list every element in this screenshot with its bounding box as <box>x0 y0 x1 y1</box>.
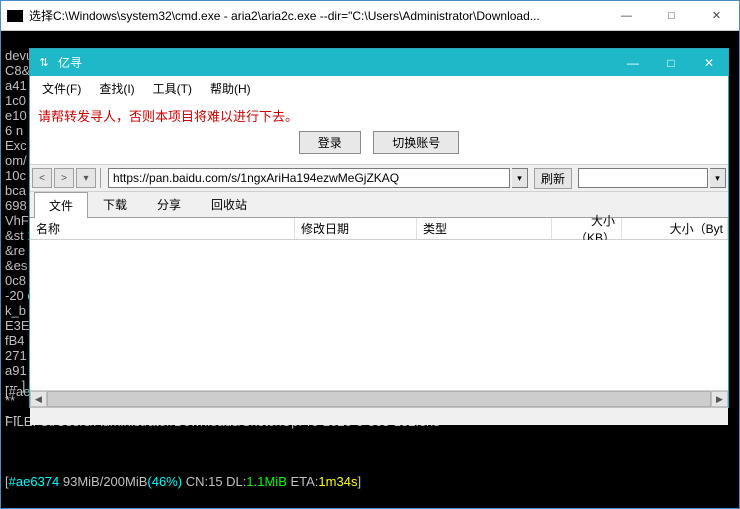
list-body <box>30 240 728 390</box>
col-type[interactable]: 类型 <box>417 218 552 239</box>
tabs-row: 文件 下载 分享 回收站 <box>30 192 728 218</box>
toolbar-separator <box>100 168 104 188</box>
tab-recycle[interactable]: 回收站 <box>196 191 262 217</box>
menu-tools[interactable]: 工具(T) <box>145 78 200 99</box>
nav-history-dropdown[interactable]: ▾ <box>76 168 96 188</box>
secondary-input[interactable] <box>578 168 708 188</box>
url-input[interactable]: https://pan.baidu.com/s/1ngxAriHa194ezwM… <box>108 168 510 188</box>
yixun-title: 亿寻 <box>58 54 614 71</box>
yixun-window: ⇅ 亿寻 — □ ✕ 文件(F) 查找(I) 工具(T) 帮助(H) 请帮转发寻… <box>29 48 729 408</box>
menu-file[interactable]: 文件(F) <box>34 78 89 99</box>
cmd-close-button[interactable]: ✕ <box>694 1 739 31</box>
refresh-button[interactable]: 刷新 <box>534 168 572 189</box>
tab-share[interactable]: 分享 <box>142 191 196 217</box>
cmd-minimize-button[interactable]: — <box>604 1 649 31</box>
yixun-maximize-button[interactable]: □ <box>652 49 690 76</box>
secondary-dropdown-button[interactable]: ▾ <box>710 168 726 188</box>
scroll-left-button[interactable]: ◀ <box>30 391 47 407</box>
col-date[interactable]: 修改日期 <box>295 218 417 239</box>
menu-find[interactable]: 查找(I) <box>91 78 142 99</box>
scroll-track[interactable] <box>47 391 711 407</box>
nav-back-button[interactable]: < <box>32 168 52 188</box>
scroll-right-button[interactable]: ▶ <box>711 391 728 407</box>
cmd-maximize-button[interactable]: □ <box>649 1 694 31</box>
nav-forward-button[interactable]: > <box>54 168 74 188</box>
scroll-thumb[interactable] <box>47 391 711 407</box>
tab-downloads[interactable]: 下载 <box>88 191 142 217</box>
notice-text: 请帮转发寻人，否则本项目将难以进行下去。 <box>38 106 720 125</box>
menubar: 文件(F) 查找(I) 工具(T) 帮助(H) <box>30 76 728 100</box>
col-name[interactable]: 名称 <box>30 218 295 239</box>
yixun-minimize-button[interactable]: — <box>614 49 652 76</box>
login-button[interactable]: 登录 <box>299 131 361 154</box>
col-size-byte[interactable]: 大小（Byt <box>622 218 728 239</box>
navigation-toolbar: < > ▾ https://pan.baidu.com/s/1ngxAriHa1… <box>30 164 728 192</box>
cmd-titlebar: 选择C:\Windows\system32\cmd.exe - aria2\ar… <box>1 1 739 31</box>
url-dropdown-button[interactable]: ▾ <box>512 168 528 188</box>
horizontal-scrollbar[interactable]: ◀ ▶ <box>30 390 728 407</box>
col-size-kb[interactable]: 大小（KB） <box>552 218 622 239</box>
yixun-app-icon: ⇅ <box>36 55 52 71</box>
cmd-title: 选择C:\Windows\system32\cmd.exe - aria2\ar… <box>29 7 604 24</box>
terminal-progress-line: [#ae6374 93MiB/200MiB(46%) CN:15 DL:1.1M… <box>5 474 735 489</box>
tab-files[interactable]: 文件 <box>34 192 88 218</box>
menu-help[interactable]: 帮助(H) <box>202 78 259 99</box>
yixun-titlebar[interactable]: ⇅ 亿寻 — □ ✕ <box>30 49 728 76</box>
cmd-icon <box>7 10 23 22</box>
cmd-window: 选择C:\Windows\system32\cmd.exe - aria2\ar… <box>0 0 740 509</box>
yixun-close-button[interactable]: ✕ <box>690 49 728 76</box>
switch-account-button[interactable]: 切换账号 <box>373 131 459 154</box>
list-header: 名称 修改日期 类型 大小（KB） 大小（Byt <box>30 218 728 240</box>
statusbar <box>30 407 728 425</box>
